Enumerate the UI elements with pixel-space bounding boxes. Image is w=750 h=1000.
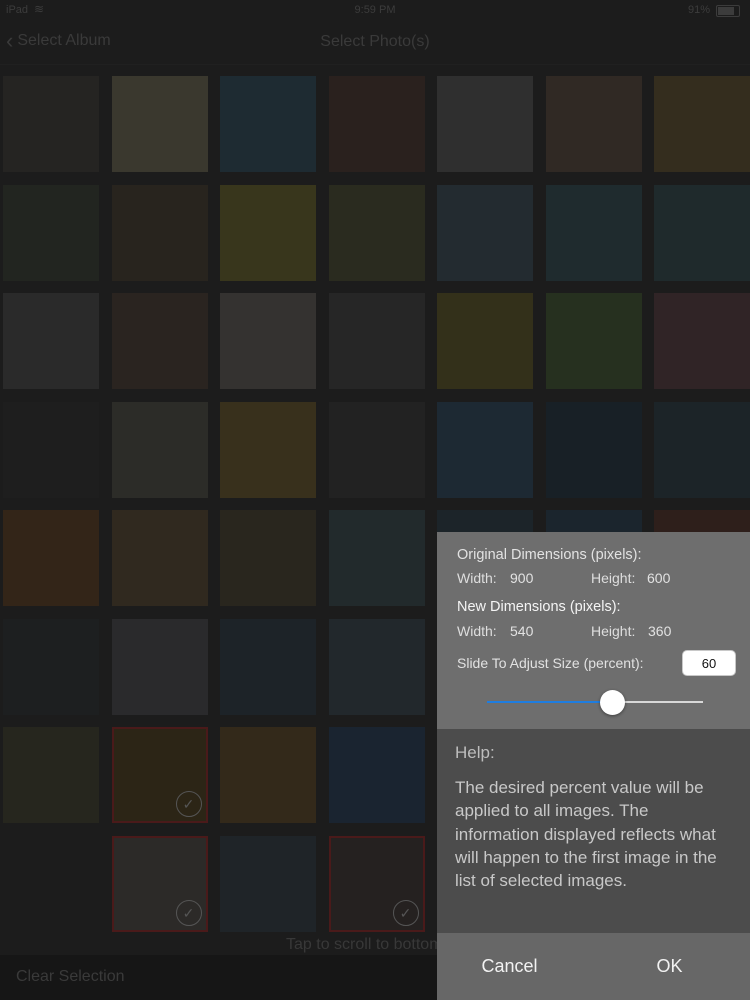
new-width-label: Width:	[457, 623, 497, 639]
navigation-bar: ‹ Select Album Select Photo(s)	[0, 22, 750, 65]
resize-popup: Original Dimensions (pixels): Width: 900…	[437, 532, 750, 1000]
photo-thumbnail[interactable]	[3, 835, 99, 932]
checkmark-icon: ✓	[392, 899, 419, 926]
help-title: Help:	[455, 743, 495, 762]
slider-thumb[interactable]	[600, 690, 626, 715]
photo-thumbnail[interactable]	[3, 401, 99, 498]
photo-thumbnail[interactable]	[545, 401, 642, 498]
help-panel: Help: The desired percent value will be …	[437, 729, 750, 933]
new-dimensions-heading: New Dimensions (pixels):	[457, 599, 621, 615]
photo-thumbnail[interactable]	[328, 401, 425, 498]
clear-selection-button[interactable]: Clear Selection	[16, 968, 125, 986]
battery-icon	[716, 5, 740, 17]
photo-thumbnail[interactable]: ✓	[111, 727, 208, 823]
new-width-value: 540	[510, 623, 534, 639]
checkmark-icon: ✓	[175, 899, 202, 926]
photo-thumbnail[interactable]	[328, 510, 425, 606]
photo-thumbnail[interactable]	[3, 618, 99, 715]
photo-thumbnail[interactable]	[328, 184, 425, 281]
photo-thumbnail[interactable]	[654, 293, 750, 389]
photo-thumbnail[interactable]	[654, 76, 750, 172]
status-bar: iPad ≋ 9:59 PM 91%	[0, 0, 750, 22]
photo-thumbnail[interactable]	[111, 184, 208, 281]
photo-thumbnail[interactable]	[220, 510, 316, 606]
photo-thumbnail[interactable]	[3, 293, 99, 389]
photo-thumbnail[interactable]	[3, 76, 99, 172]
photo-thumbnail[interactable]	[437, 401, 533, 498]
status-time: 9:59 PM	[354, 4, 396, 16]
help-text: The desired percent value will be applie…	[455, 778, 717, 891]
battery-percent: 91%	[687, 4, 710, 16]
original-width-value: 900	[510, 570, 534, 586]
new-height-value: 360	[648, 623, 672, 639]
photo-thumbnail[interactable]	[111, 618, 208, 715]
photo-thumbnail[interactable]	[545, 184, 642, 281]
size-slider[interactable]	[487, 690, 703, 715]
photo-thumbnail[interactable]	[220, 727, 316, 823]
photo-thumbnail[interactable]	[3, 510, 99, 606]
ok-button[interactable]: OK	[592, 933, 747, 1000]
slide-label: Slide To Adjust Size (percent):	[457, 655, 644, 671]
photo-thumbnail[interactable]	[111, 401, 208, 498]
photo-thumbnail[interactable]	[545, 293, 642, 389]
page-title: Select Photo(s)	[320, 33, 430, 50]
photo-thumbnail[interactable]	[3, 184, 99, 281]
photo-thumbnail[interactable]: ✓	[328, 835, 425, 932]
photo-thumbnail[interactable]	[220, 184, 316, 281]
checkmark-icon: ✓	[175, 791, 202, 817]
slider-fill	[487, 701, 613, 703]
photo-thumbnail[interactable]	[328, 76, 425, 172]
photo-thumbnail[interactable]	[437, 76, 533, 172]
photo-thumbnail[interactable]	[111, 76, 208, 172]
photo-thumbnail[interactable]	[437, 293, 533, 389]
original-dimensions-heading: Original Dimensions (pixels):	[457, 547, 642, 563]
original-height-value: 600	[647, 570, 671, 586]
dimensions-panel: Original Dimensions (pixels): Width: 900…	[437, 532, 750, 729]
photo-thumbnail[interactable]	[111, 293, 208, 389]
photo-thumbnail[interactable]	[220, 835, 316, 932]
photo-thumbnail[interactable]	[220, 76, 316, 172]
photo-thumbnail[interactable]	[220, 401, 316, 498]
photo-thumbnail[interactable]	[328, 293, 425, 389]
photo-thumbnail[interactable]	[545, 76, 642, 172]
photo-thumbnail[interactable]	[220, 293, 316, 389]
percent-input[interactable]: 60	[682, 650, 736, 676]
photo-thumbnail[interactable]	[328, 727, 425, 823]
photo-thumbnail[interactable]	[111, 510, 208, 606]
photo-thumbnail[interactable]	[654, 184, 750, 281]
photo-thumbnail[interactable]	[328, 618, 425, 715]
original-width-label: Width:	[457, 570, 497, 586]
photo-thumbnail[interactable]	[220, 618, 316, 715]
photo-thumbnail[interactable]	[3, 727, 99, 823]
new-height-label: Height:	[591, 623, 636, 639]
scroll-hint[interactable]: Tap to scroll to bottom	[286, 936, 443, 954]
photo-thumbnail[interactable]	[654, 401, 750, 498]
cancel-button[interactable]: Cancel	[437, 933, 582, 1000]
photo-thumbnail[interactable]: ✓	[111, 835, 208, 932]
original-height-label: Height:	[591, 570, 636, 586]
dialog-actions: Cancel OK	[437, 933, 750, 1000]
photo-thumbnail[interactable]	[437, 184, 533, 281]
